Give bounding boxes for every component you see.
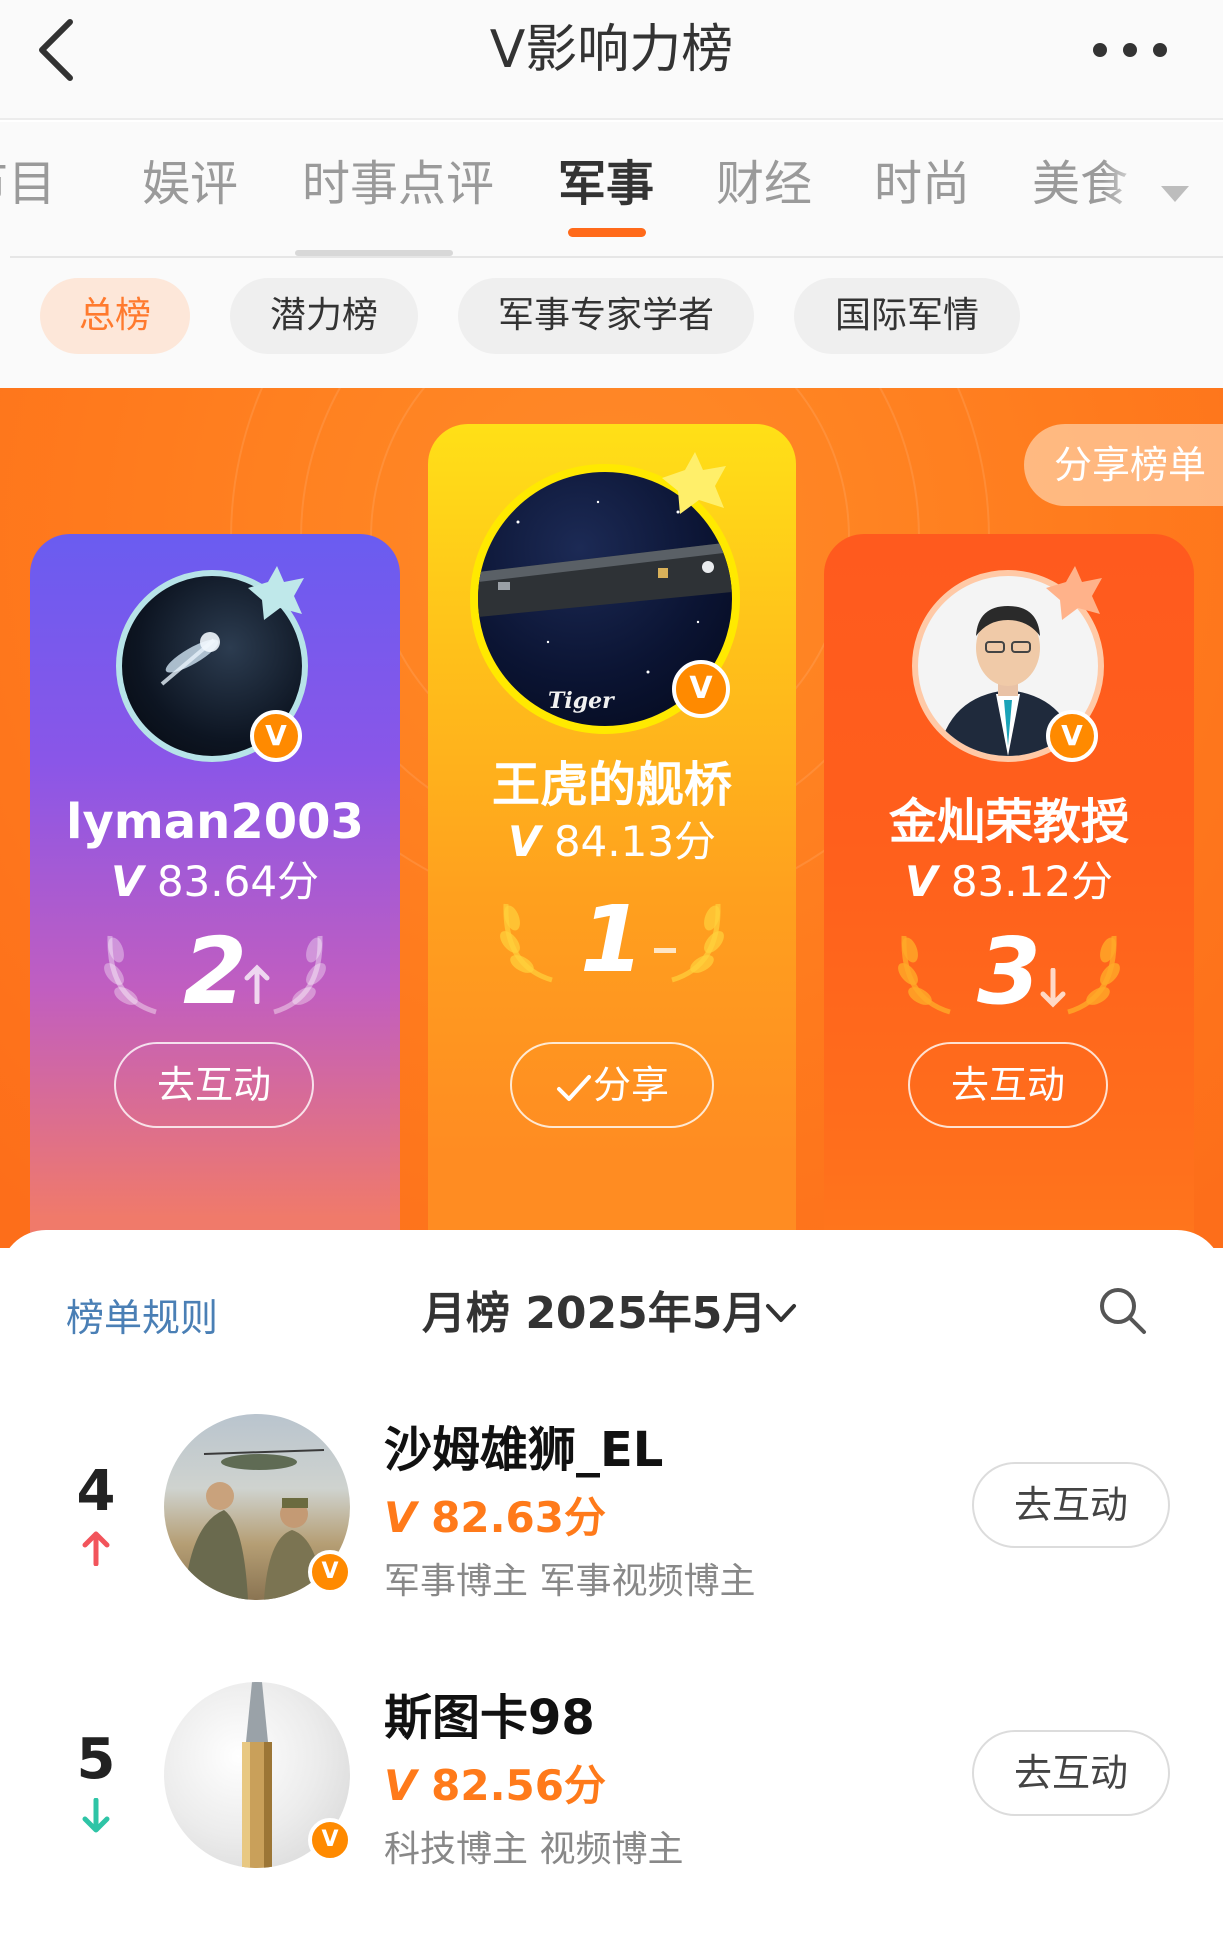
laurel-right-icon xyxy=(273,935,326,1015)
tab-program[interactable]: 节目 xyxy=(0,150,56,218)
score-value: 82.56分 xyxy=(431,1761,606,1810)
share-label: 分享 xyxy=(592,1063,669,1107)
avatar[interactable]: V xyxy=(116,566,312,766)
rank-crown-icon xyxy=(248,566,304,620)
score-value: 84.13分 xyxy=(553,817,717,866)
tab-finance[interactable]: 财经 xyxy=(716,150,812,218)
triangle-down-icon xyxy=(1161,186,1189,202)
user-name[interactable]: 王虎的舰桥 xyxy=(428,752,796,818)
arrow-up-icon xyxy=(82,1531,110,1566)
v-mark: V xyxy=(904,857,938,906)
chevron-down-icon[interactable] xyxy=(764,1300,798,1326)
score-value: 83.12分 xyxy=(950,857,1114,906)
user-score: V 84.13分 xyxy=(428,814,796,870)
rules-link[interactable]: 榜单规则 xyxy=(66,1290,218,1346)
user-score: V 82.56分 xyxy=(384,1758,606,1814)
podium-card-rank-3: V 金灿荣教授 V 83.12分 3 去互动 xyxy=(824,534,1194,1248)
search-icon[interactable] xyxy=(1096,1284,1148,1336)
verified-badge-icon: V xyxy=(250,710,302,762)
category-tab-bar: 节目 娱评 时事点评 军事 财经 时尚 美食 xyxy=(0,122,1223,258)
interact-button[interactable]: 去互动 xyxy=(908,1042,1108,1128)
list-item[interactable]: 4 V 沙姆雄狮_EL V 82.63分 军事博主 军事视频博主 去互动 xyxy=(0,1410,1223,1610)
user-name[interactable]: lyman2003 xyxy=(30,790,400,854)
verified-badge-icon: V xyxy=(308,1818,352,1862)
chip-overall[interactable]: 总榜 xyxy=(40,278,190,354)
verified-badge-icon: V xyxy=(1046,710,1098,762)
rank-crown-icon xyxy=(662,452,726,514)
rank-number: 4 xyxy=(76,1459,116,1524)
tab-entertainment-review[interactable]: 娱评 xyxy=(142,150,238,218)
period-selector[interactable]: 月榜 2025年5月 xyxy=(422,1282,766,1346)
avatar-caption: Tiger xyxy=(548,688,615,714)
tab-military[interactable]: 军事 xyxy=(558,150,654,218)
rank-indicator: 2 xyxy=(30,922,400,1022)
expand-categories-button[interactable] xyxy=(1155,178,1195,208)
avatar[interactable]: V xyxy=(912,566,1108,766)
v-mark: V xyxy=(110,857,144,906)
user-score: V 83.12分 xyxy=(824,854,1194,910)
interact-button[interactable]: 去互动 xyxy=(972,1462,1170,1548)
user-name[interactable]: 沙姆雄狮_EL xyxy=(384,1418,663,1482)
checkmark-icon xyxy=(556,1074,591,1101)
rank-number: 3 xyxy=(976,918,1041,1025)
user-tags: 科技博主 视频博主 xyxy=(384,1829,684,1870)
filter-chip-bar: 总榜 潜力榜 军事专家学者 国际军情 xyxy=(0,258,1223,388)
tab-current-affairs[interactable]: 时事点评 xyxy=(302,150,494,218)
user-name[interactable]: 金灿荣教授 xyxy=(824,790,1194,854)
list-item[interactable]: 5 V 斯图卡98 V 82.56分 科技博主 视频博主 去互动 xyxy=(0,1678,1223,1878)
chip-military-experts[interactable]: 军事专家学者 xyxy=(458,278,754,354)
v-mark: V xyxy=(384,1493,417,1542)
user-score: V 83.64分 xyxy=(30,854,400,910)
verified-badge-icon: V xyxy=(672,660,730,718)
score-value: 82.63分 xyxy=(431,1493,606,1542)
top-three-podium: 分享榜单 V lyman2003 V 83.64分 2 去互动 Tiger V … xyxy=(0,388,1223,1248)
rank-number: 1 xyxy=(579,886,644,993)
tab-fashion[interactable]: 时尚 xyxy=(874,150,970,218)
user-name[interactable]: 斯图卡98 xyxy=(384,1686,595,1750)
rank-indicator: 3 xyxy=(824,922,1194,1022)
active-tab-indicator xyxy=(568,228,646,237)
v-mark: V xyxy=(384,1761,417,1810)
podium-card-rank-2: V lyman2003 V 83.64分 2 去互动 xyxy=(30,534,400,1248)
ranking-list-panel: 榜单规则 月榜 2025年5月 4 V 沙姆雄狮_EL V 82.63分 军事博… xyxy=(0,1230,1223,1939)
top-nav-bar: V影响力榜 xyxy=(0,0,1223,120)
score-value: 83.64分 xyxy=(156,857,320,906)
interact-button[interactable]: 去互动 xyxy=(972,1730,1170,1816)
rank-crown-icon xyxy=(1046,566,1102,620)
user-tags: 军事博主 军事视频博主 xyxy=(384,1561,756,1602)
laurel-right-icon xyxy=(1067,935,1120,1015)
rank-number: 2 xyxy=(182,918,247,1025)
user-score: V 82.63分 xyxy=(384,1490,606,1546)
share-button[interactable]: 分享 xyxy=(510,1042,714,1128)
chip-potential[interactable]: 潜力榜 xyxy=(230,278,418,354)
share-list-button[interactable]: 分享榜单 xyxy=(1024,424,1223,506)
page-title: V影响力榜 xyxy=(489,20,734,80)
arrow-down-icon xyxy=(82,1798,110,1833)
verified-badge-icon: V xyxy=(308,1550,352,1594)
more-options-button[interactable] xyxy=(1085,30,1175,70)
avatar[interactable]: Tiger V xyxy=(470,452,746,734)
interact-button[interactable]: 去互动 xyxy=(114,1042,314,1128)
rank-number: 5 xyxy=(76,1727,116,1792)
laurel-right-icon xyxy=(671,903,724,983)
chip-international-military[interactable]: 国际军情 xyxy=(794,278,1020,354)
more-dots-icon xyxy=(1093,43,1167,57)
rank-indicator: 1 xyxy=(428,890,796,990)
v-mark: V xyxy=(507,817,541,866)
podium-card-rank-1: Tiger V 王虎的舰桥 V 84.13分 1 分享 xyxy=(428,424,796,1248)
